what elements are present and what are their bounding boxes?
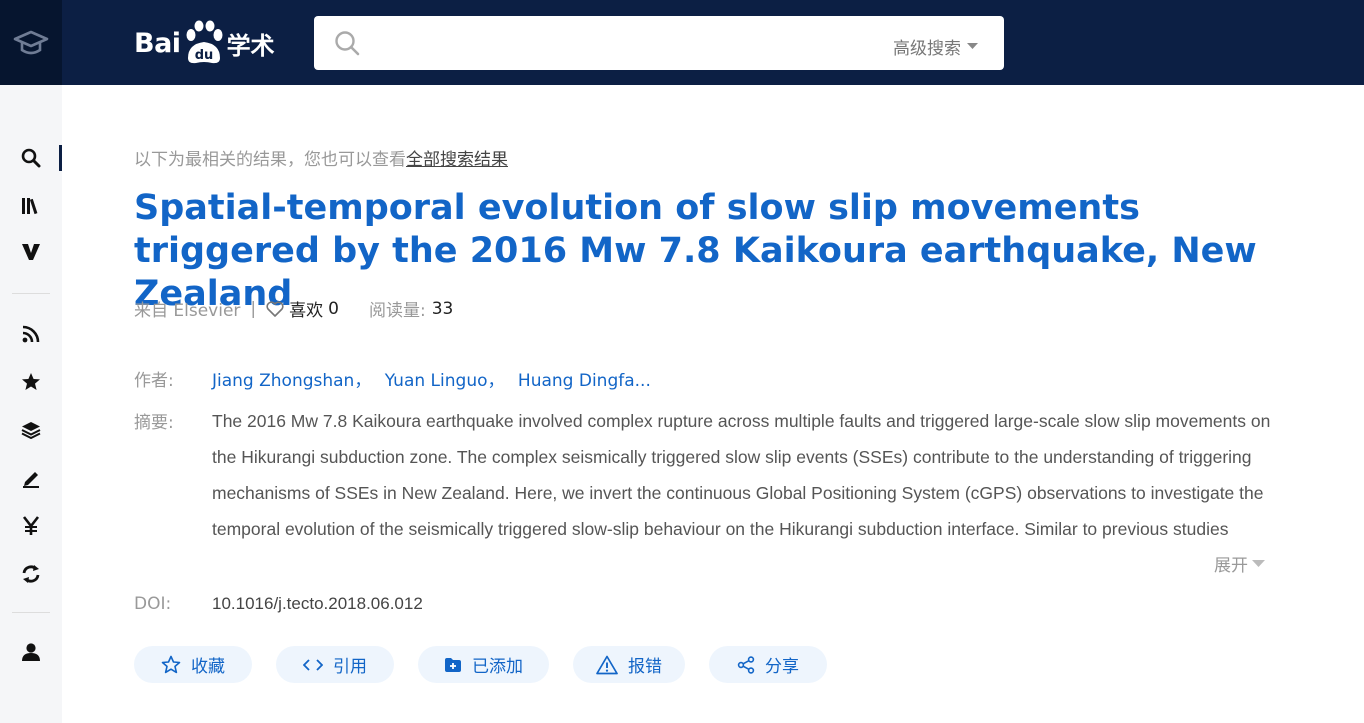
top-header: Bai du 学术 高级搜索 (0, 0, 1364, 85)
graduation-cap-icon (13, 30, 49, 54)
sidebar-item-v[interactable] (0, 235, 62, 269)
share-label: 分享 (765, 657, 799, 677)
share-icon (737, 655, 755, 674)
meta-separator: | (250, 298, 257, 319)
logo-text-xueshu: 学术 (226, 31, 275, 60)
sidebar-divider (12, 293, 50, 294)
cite-button[interactable]: 引用 (276, 646, 394, 683)
sidebar-item-favorites[interactable] (0, 365, 62, 399)
edit-icon (23, 472, 39, 488)
all-results-link[interactable]: 全部搜索结果 (406, 150, 508, 170)
v-icon (22, 244, 40, 260)
logo-text-bai: Bai (134, 27, 181, 59)
author-link[interactable]: Huang Dingfa... (518, 371, 651, 391)
search-input[interactable] (374, 26, 854, 60)
cite-label: 引用 (333, 657, 367, 677)
hint-text: 以下为最相关的结果，您也可以查看 (134, 150, 406, 170)
caret-down-icon (967, 43, 978, 49)
source-text: 来自 Elsevier (134, 301, 241, 321)
search-box: 高级搜索 (314, 16, 1004, 70)
sidebar-item-rss[interactable] (0, 317, 62, 351)
sidebar-item-user[interactable] (0, 635, 62, 669)
svg-text:du: du (194, 48, 213, 63)
user-icon (22, 643, 40, 661)
baidu-xueshu-logo[interactable]: Bai du 学术 (134, 20, 275, 66)
like-count: 0 (328, 298, 339, 319)
sidebar-item-refresh[interactable] (0, 557, 62, 591)
added-label: 已添加 (472, 657, 523, 677)
advanced-search-label: 高级搜索 (893, 39, 961, 59)
added-button[interactable]: 已添加 (418, 646, 549, 683)
abstract-label: 摘要: (134, 413, 174, 433)
sidebar-item-edit[interactable] (0, 461, 62, 495)
author-link[interactable]: Jiang Zhongshan， (212, 371, 371, 391)
paper-meta: 来自 Elsevier | 喜欢 0 阅读量: 33 (134, 296, 454, 322)
result-hint: 以下为最相关的结果，您也可以查看全部搜索结果 (134, 145, 508, 170)
folder-plus-icon (445, 657, 461, 672)
sidebar-item-yen[interactable] (0, 509, 62, 543)
like-label: 喜欢 (289, 301, 324, 321)
report-error-label: 报错 (628, 657, 662, 677)
authors-list: Jiang Zhongshan， Yuan Linguo， Huang Ding… (212, 366, 651, 391)
sidebar-item-search[interactable] (0, 141, 62, 175)
star-icon (22, 373, 40, 390)
abstract-text: The 2016 Mw 7.8 Kaikoura earthquake invo… (212, 411, 1271, 539)
advanced-search-dropdown[interactable]: 高级搜索 (893, 34, 978, 59)
star-outline-icon (161, 655, 181, 674)
sidebar-item-layers[interactable] (0, 413, 62, 447)
warning-icon (596, 655, 618, 674)
reads-label: 阅读量: (368, 301, 426, 321)
yen-icon (22, 516, 40, 535)
expand-label: 展开 (1214, 556, 1248, 576)
search-icon[interactable] (334, 30, 360, 56)
search-icon (21, 148, 41, 168)
share-button[interactable]: 分享 (709, 646, 827, 683)
heart-outline-icon (266, 300, 284, 317)
like-button[interactable]: 喜欢 0 (266, 296, 339, 321)
caret-down-icon (1252, 559, 1265, 567)
collect-button[interactable]: 收藏 (134, 646, 252, 683)
report-error-button[interactable]: 报错 (573, 646, 685, 683)
action-buttons: 收藏 引用 已添加 报错 分享 (134, 646, 827, 683)
authors-label: 作者: (134, 371, 174, 391)
library-icon (22, 198, 38, 215)
doi-label: DOI: (134, 594, 172, 614)
home-button[interactable] (0, 0, 62, 85)
sidebar-item-library[interactable] (0, 189, 62, 223)
doi-value[interactable]: 10.1016/j.tecto.2018.06.012 (212, 594, 423, 614)
left-sidebar (0, 85, 62, 723)
code-icon (303, 658, 323, 671)
refresh-icon (22, 565, 40, 583)
paw-icon: du (182, 20, 226, 66)
reads-count: 33 (431, 298, 454, 319)
layers-icon (21, 422, 41, 439)
expand-abstract-button[interactable]: 展开 (1212, 551, 1265, 576)
collect-label: 收藏 (191, 657, 225, 677)
author-link[interactable]: Yuan Linguo， (385, 371, 505, 391)
sidebar-divider (12, 612, 50, 613)
rss-icon (22, 325, 40, 343)
